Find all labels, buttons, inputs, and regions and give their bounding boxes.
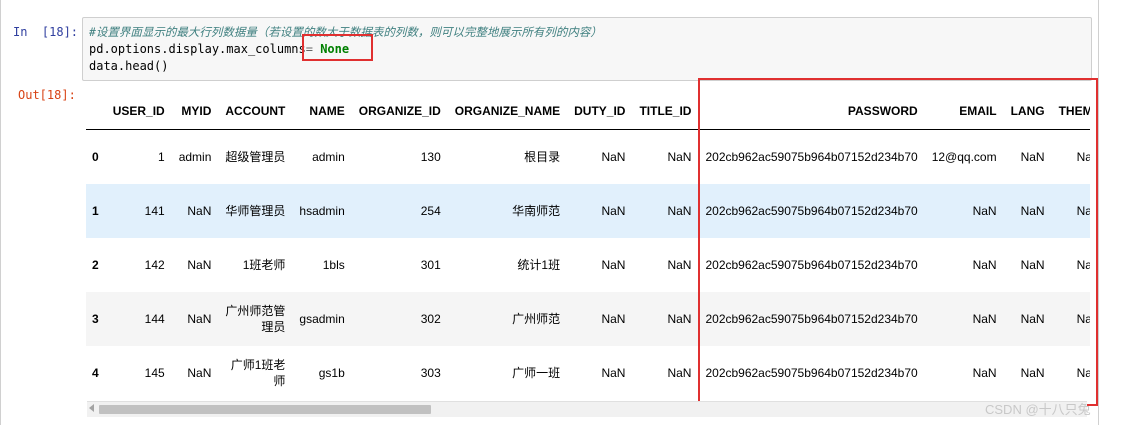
code-head-call: data.head(): [89, 59, 169, 73]
table-cell: 1bls: [322, 257, 345, 272]
row-index: 3: [92, 311, 99, 326]
table-cell: NaN: [601, 365, 626, 380]
table-cell: 统计1班: [517, 258, 561, 272]
table-cell: NaN: [667, 149, 692, 164]
table-cell: NaN: [187, 203, 212, 218]
row-index: 1: [92, 203, 99, 218]
table-cell: 142: [144, 257, 165, 272]
row-index: 4: [92, 365, 99, 380]
table-cell: 145: [144, 365, 165, 380]
column-header: ACCOUNT: [218, 99, 293, 130]
table-cell: 广州师范管理员: [225, 303, 286, 334]
column-header: MYID: [171, 99, 219, 130]
table-cell: 301: [420, 257, 441, 272]
column-header: ORGANIZE_ID: [351, 99, 448, 130]
table-cell: NaN: [601, 149, 626, 164]
table-cell: 广师一班: [512, 366, 561, 380]
table-cell: 华南师范: [512, 204, 561, 218]
code-option-path: pd.options.display.max_columns: [89, 42, 306, 56]
row-index: 0: [92, 149, 99, 164]
table-cell: 1: [158, 149, 165, 164]
table-cell: 华师管理员: [225, 203, 286, 218]
table-cell: NaN: [667, 203, 692, 218]
table-cell: NaN: [601, 203, 626, 218]
table-cell: 1班老师: [242, 257, 286, 272]
column-header: TITLE_ID: [632, 99, 699, 130]
table-cell: NaN: [667, 311, 692, 326]
input-prompt: In [18]:: [13, 25, 79, 39]
output-prompt: Out[18]:: [18, 88, 76, 102]
column-header: ORGANIZE_NAME: [447, 99, 568, 130]
table-cell: NaN: [187, 365, 212, 380]
table-cell: NaN: [601, 257, 626, 272]
table-cell: 广师1班老师: [230, 357, 286, 388]
cell-right-border: [1098, 0, 1099, 425]
table-cell: hsadmin: [299, 203, 345, 218]
index-header: [86, 99, 106, 130]
table-cell: 141: [144, 203, 165, 218]
table-cell: NaN: [667, 365, 692, 380]
table-cell: 超级管理员: [225, 149, 286, 164]
column-header: USER_ID: [105, 99, 172, 130]
row-index: 2: [92, 257, 99, 272]
watermark: CSDN @十八只兔: [985, 402, 1091, 417]
table-cell: 根目录: [524, 150, 561, 165]
cell-left-border: [0, 0, 1, 425]
table-cell: 254: [420, 203, 441, 218]
scroll-left-icon[interactable]: [89, 404, 94, 412]
table-cell: gs1b: [318, 365, 345, 380]
table-cell: 303: [420, 365, 441, 380]
table-cell: admin: [178, 149, 212, 164]
annotation-box-none: [302, 34, 373, 61]
code-input-area[interactable]: #设置界面显示的最大行列数据量（若设置的数大于数据表的列数，则可以完整地展示所有…: [82, 17, 1092, 81]
scrollbar-thumb[interactable]: [99, 405, 431, 414]
table-cell: 广州师范: [512, 312, 561, 326]
table-cell: 144: [144, 311, 165, 326]
table-cell: NaN: [667, 257, 692, 272]
table-cell: 302: [420, 311, 441, 326]
column-header: DUTY_ID: [567, 99, 633, 130]
annotation-box-extra-columns: [698, 78, 1098, 406]
table-cell: NaN: [187, 257, 212, 272]
column-header: NAME: [292, 99, 352, 130]
table-cell: admin: [312, 149, 345, 164]
horizontal-scrollbar[interactable]: [87, 401, 1087, 417]
table-cell: 130: [420, 149, 441, 164]
table-cell: NaN: [601, 311, 626, 326]
table-cell: NaN: [187, 311, 212, 326]
table-cell: gsadmin: [299, 311, 345, 326]
